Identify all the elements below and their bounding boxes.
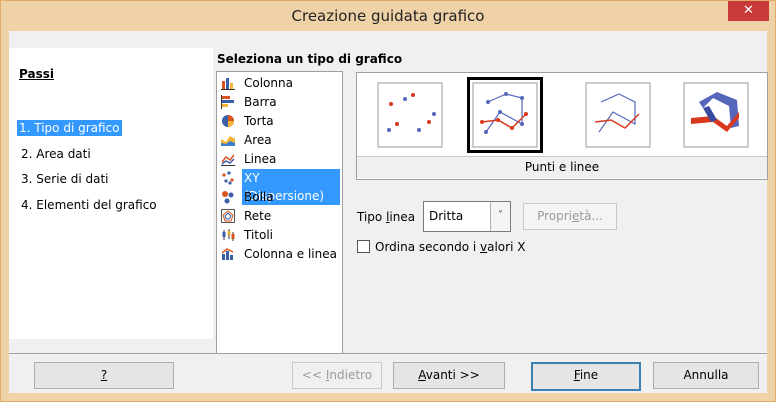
chart-type-line[interactable]: Linea [220, 150, 340, 168]
cancel-button[interactable]: Annulla [653, 362, 759, 389]
dialog-body: Passi 1. Tipo di grafico 2. Area dati 3.… [9, 31, 768, 393]
chart-type-label: Area [244, 133, 272, 147]
column-chart-icon [221, 78, 235, 90]
area-chart-icon [221, 136, 235, 146]
points-only-icon[interactable] [377, 82, 443, 148]
line-type-label-post: inea [389, 210, 416, 224]
bar-chart-icon [221, 95, 234, 109]
line-type-label-pre: Tipo [357, 210, 387, 224]
section-heading: Seleziona un tipo di grafico [217, 52, 403, 66]
properties-label-pre: Propri [537, 209, 572, 223]
sort-by-x-checkbox[interactable] [357, 240, 370, 253]
close-button[interactable]: ✕ [728, 1, 769, 21]
pie-chart-icon [222, 115, 234, 127]
back-label-pre: << [301, 368, 326, 382]
lines-only-icon[interactable] [585, 82, 651, 148]
line-chart-icon [221, 154, 235, 166]
steps-heading: Passi [19, 67, 54, 81]
chart-type-bar[interactable]: Barra [220, 93, 340, 111]
sort-label-post: alori X [487, 240, 526, 254]
line-type-select[interactable]: Dritta ˅ [423, 201, 511, 232]
chart-type-label: Linea [244, 152, 277, 166]
help-button[interactable]: ? [34, 362, 174, 389]
line-type-value: Dritta [429, 209, 464, 223]
step-chart-elements[interactable]: 4. Elementi del grafico [19, 197, 159, 213]
variant-caption: Punti e linee [357, 156, 767, 178]
back-label-post: ndietro [329, 368, 373, 382]
chart-type-label: Bolla [244, 190, 274, 204]
chart-type-area[interactable]: Area [220, 131, 340, 149]
chart-type-label: Barra [244, 95, 277, 109]
next-button[interactable]: Avanti >> [393, 362, 505, 389]
points-lines-icon[interactable] [467, 77, 543, 153]
chart-type-xy-scatter[interactable]: XY (Dispersione) [220, 169, 340, 205]
3d-lines-icon[interactable] [683, 82, 749, 148]
chart-type-label: Torta [244, 114, 274, 128]
line-type-label: Tipo linea [357, 210, 415, 224]
chart-type-label: Colonna e linea [244, 247, 337, 261]
chart-type-pie[interactable]: Torta [220, 112, 340, 130]
stock-chart-icon [222, 229, 235, 241]
dialog-title: Creazione guidata grafico [291, 7, 485, 25]
help-label: ? [100, 368, 108, 382]
step-chart-type[interactable]: 1. Tipo di grafico [17, 120, 122, 136]
finish-label-post: ine [579, 368, 599, 382]
chevron-down-icon[interactable]: ˅ [490, 202, 510, 231]
chart-type-bubble[interactable]: Bolla [220, 188, 340, 206]
chart-type-label: Colonna [244, 76, 293, 90]
step-data-range[interactable]: 2. Area dati [19, 146, 93, 162]
net-chart-icon [221, 209, 235, 223]
xy-scatter-icon [222, 171, 234, 185]
next-label-post: vanti >> [425, 368, 480, 382]
finish-button[interactable]: Fine [531, 362, 641, 391]
chart-type-label: Titoli [244, 228, 274, 242]
column-line-chart-icon [221, 248, 234, 260]
chart-type-net[interactable]: Rete [220, 207, 340, 225]
back-button[interactable]: << Indietro [292, 362, 382, 389]
steps-panel: Passi 1. Tipo di grafico 2. Area dati 3.… [9, 48, 213, 339]
chart-type-label: Rete [244, 209, 272, 223]
chart-wizard-dialog: Creazione guidata grafico ✕ Passi 1. Tip… [0, 0, 776, 402]
properties-label-post: tà... [579, 209, 603, 223]
title-bar[interactable]: Creazione guidata grafico ✕ [1, 1, 775, 31]
chart-type-list[interactable]: Colonna Barra Torta Area Linea XY (Dispe… [216, 71, 343, 354]
properties-button[interactable]: Proprietà... [523, 203, 617, 230]
chart-type-column[interactable]: Colonna [220, 74, 340, 92]
step-data-series[interactable]: 3. Serie di dati [19, 171, 111, 187]
sort-by-x-option[interactable]: Ordina secondo i valori X [357, 240, 525, 254]
chart-variant-panel: Punti e linee [356, 72, 768, 180]
chart-type-stock[interactable]: Titoli [220, 226, 340, 244]
dialog-footer: ? << Indietro Avanti >> Fine Annulla [9, 354, 767, 393]
next-label-key: A [418, 368, 426, 382]
sort-label-pre: Ordina secondo i [375, 240, 480, 254]
bubble-chart-icon [222, 191, 234, 204]
chart-type-column-line[interactable]: Colonna e linea [220, 245, 340, 263]
